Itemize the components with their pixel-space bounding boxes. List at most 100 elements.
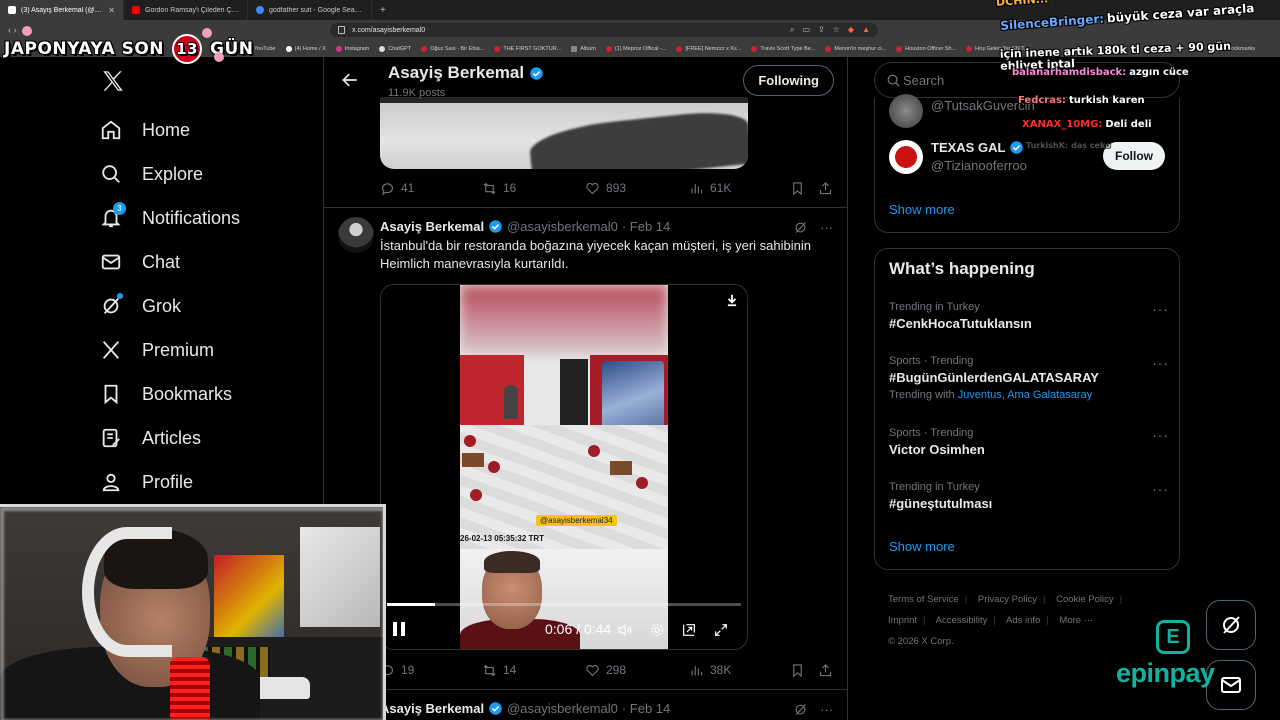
like-button[interactable]: 298 bbox=[585, 663, 626, 678]
share-icon[interactable]: ⇪ bbox=[818, 25, 825, 35]
search-icon bbox=[98, 161, 124, 187]
chair bbox=[470, 489, 482, 501]
nav-item-profile[interactable]: Profile bbox=[98, 460, 318, 504]
footer-link[interactable]: Accessibility bbox=[936, 615, 988, 626]
author-name[interactable]: Asayiş Berkemal bbox=[380, 219, 484, 234]
bookmark-item[interactable]: Instagram bbox=[331, 45, 374, 52]
trend-title: #BugünGünlerdenGALATASARAY bbox=[889, 370, 1099, 385]
star-icon[interactable]: ☆ bbox=[833, 25, 840, 35]
bookmark-item[interactable]: Houston Officer Sh... bbox=[891, 45, 961, 52]
footer-link[interactable]: Imprint bbox=[888, 615, 917, 626]
trends-show-more-link[interactable]: Show more bbox=[889, 539, 955, 554]
nav-item-bookmarks[interactable]: Bookmarks bbox=[98, 372, 318, 416]
x-icon bbox=[285, 45, 292, 52]
divider: | bbox=[1119, 594, 1123, 605]
share-button[interactable] bbox=[818, 181, 833, 196]
video-progress-bar[interactable] bbox=[387, 603, 741, 606]
fullscreen-icon[interactable] bbox=[713, 622, 729, 638]
download-icon[interactable] bbox=[725, 293, 739, 307]
grok-icon[interactable] bbox=[793, 220, 808, 235]
bookmark-item[interactable]: Mersin'in meşhur ci... bbox=[820, 45, 891, 52]
grok-icon[interactable] bbox=[793, 702, 808, 717]
like-button[interactable]: 893 bbox=[585, 181, 626, 196]
footer-more-link[interactable]: More ··· bbox=[1059, 615, 1093, 626]
cctv-timestamp: 26-02-13 05:35:32 TRT bbox=[460, 534, 545, 543]
profile-name: Asayiş Berkemal bbox=[388, 63, 525, 82]
views-button[interactable]: 61K bbox=[689, 181, 731, 196]
x-logo-icon[interactable] bbox=[100, 68, 126, 94]
screenshot-icon[interactable]: ▭ bbox=[802, 25, 810, 35]
share-button[interactable] bbox=[818, 663, 833, 678]
more-options-icon[interactable]: ··· bbox=[1152, 427, 1169, 443]
url-field[interactable]: x.com/asayisberkemal0 ⌕ ▭ ⇪ ☆ ◆ ▲ bbox=[330, 23, 878, 37]
tweet-media-image[interactable] bbox=[380, 97, 748, 169]
bookmark-item[interactable]: Oğuz Sasi - Bir Efsa... bbox=[416, 45, 489, 52]
more-options-icon[interactable]: ··· bbox=[1152, 355, 1169, 371]
bookmark-button[interactable] bbox=[790, 181, 805, 196]
tweet-date[interactable]: · Feb 14 bbox=[622, 219, 670, 234]
chat-user: TurkishK: bbox=[1026, 141, 1069, 150]
bookmark-item[interactable]: Albüm bbox=[566, 45, 601, 52]
trend-item[interactable]: Trending in Turkey #CenkHocaTutuklansın … bbox=[889, 301, 1169, 331]
repost-button[interactable]: 14 bbox=[482, 663, 516, 678]
more-options-icon[interactable]: ··· bbox=[820, 220, 833, 235]
brave-shield-icon[interactable]: ◆ bbox=[848, 25, 854, 35]
bookmark-item[interactable]: Travis Scott Type Be... bbox=[746, 45, 820, 52]
nav-item-notifications[interactable]: 3 Notifications bbox=[98, 196, 318, 240]
volume-icon[interactable] bbox=[617, 622, 633, 638]
video-player[interactable]: @asayisberkemal34 26-02-13 05:35:32 TRT … bbox=[380, 284, 748, 650]
nav-item-explore[interactable]: Explore bbox=[98, 152, 318, 196]
trend-related-link[interactable]: Juventus, Ama Galatasaray bbox=[958, 389, 1093, 401]
footer-link[interactable]: Terms of Service bbox=[888, 594, 959, 605]
bookmark-item[interactable]: [FREE] Nemzzz x Ks... bbox=[671, 45, 746, 52]
reply-button[interactable]: 41 bbox=[380, 181, 414, 196]
bookmark-button[interactable] bbox=[790, 663, 805, 678]
like-count: 298 bbox=[606, 663, 627, 677]
back-arrow-icon[interactable] bbox=[340, 70, 360, 90]
bookmark-item[interactable]: THE FIRST GOKTUR... bbox=[489, 45, 566, 52]
more-options-icon[interactable]: ··· bbox=[1152, 301, 1169, 317]
tab-title: Gordon Ramsay'i Çileden Çıkaran M bbox=[145, 6, 239, 14]
trend-item[interactable]: Trending in Turkey #güneştutulması ··· bbox=[889, 481, 1169, 511]
video-controls: 0:06 / 0:44 bbox=[381, 617, 747, 641]
footer-link[interactable]: Ads info bbox=[1006, 615, 1040, 626]
more-options-icon[interactable]: ··· bbox=[1152, 481, 1169, 497]
nav-item-grok[interactable]: Grok bbox=[98, 284, 318, 328]
tweet-date[interactable]: · Feb 14 bbox=[622, 701, 670, 716]
settings-icon[interactable] bbox=[649, 622, 665, 638]
footer-link[interactable]: Privacy Policy bbox=[978, 594, 1037, 605]
show-more-link[interactable]: Show more bbox=[889, 202, 955, 217]
nav-item-chat[interactable]: Chat bbox=[98, 240, 318, 284]
divider: | bbox=[1046, 615, 1049, 626]
bookmark-item[interactable]: (4) Home / X bbox=[281, 45, 331, 52]
views-button[interactable]: 38K bbox=[689, 663, 731, 678]
close-icon[interactable]: ✕ bbox=[108, 6, 115, 15]
video-frame: @asayisberkemal34 26-02-13 05:35:32 TRT bbox=[460, 285, 668, 549]
following-button[interactable]: Following bbox=[743, 65, 834, 96]
zoom-icon[interactable]: ⌕ bbox=[790, 25, 794, 35]
pause-icon[interactable] bbox=[393, 622, 406, 636]
bookmark-item[interactable]: (1) Meproz Offical -... bbox=[601, 45, 672, 52]
browser-tab-x[interactable]: (3) Asayiş Berkemal (@asayi ✕ bbox=[0, 0, 124, 20]
trend-item[interactable]: Sports · Trending #BugünGünlerdenGALATAS… bbox=[889, 355, 1169, 401]
rewards-icon[interactable]: ▲ bbox=[862, 25, 870, 35]
google-favicon-icon bbox=[256, 6, 264, 14]
repost-button[interactable]: 16 bbox=[482, 181, 516, 196]
new-tab-button[interactable]: + bbox=[372, 5, 394, 16]
nav-item-articles[interactable]: Articles bbox=[98, 416, 318, 460]
footer-link[interactable]: Cookie Policy bbox=[1056, 594, 1114, 605]
avatar[interactable] bbox=[338, 217, 374, 253]
author-name[interactable]: Asayiş Berkemal bbox=[380, 701, 484, 716]
author-handle[interactable]: @asayisberkemal0 bbox=[507, 219, 618, 234]
youtube-icon bbox=[605, 45, 612, 52]
bookmark-item[interactable]: ChatGPT bbox=[374, 45, 416, 52]
author-handle[interactable]: @asayisberkemal0 bbox=[507, 701, 618, 716]
browser-tab-youtube[interactable]: Gordon Ramsay'i Çileden Çıkaran M bbox=[124, 0, 248, 20]
nav-item-home[interactable]: Home bbox=[98, 108, 318, 152]
trend-item[interactable]: Sports · Trending Victor Osimhen ··· bbox=[889, 427, 1169, 457]
nav-item-premium[interactable]: Premium bbox=[98, 328, 318, 372]
more-options-icon[interactable]: ··· bbox=[820, 702, 833, 717]
picture-in-picture-icon[interactable] bbox=[681, 622, 697, 638]
avatar bbox=[889, 140, 923, 174]
browser-tab-google[interactable]: godfather suit - Google Search bbox=[248, 0, 372, 20]
